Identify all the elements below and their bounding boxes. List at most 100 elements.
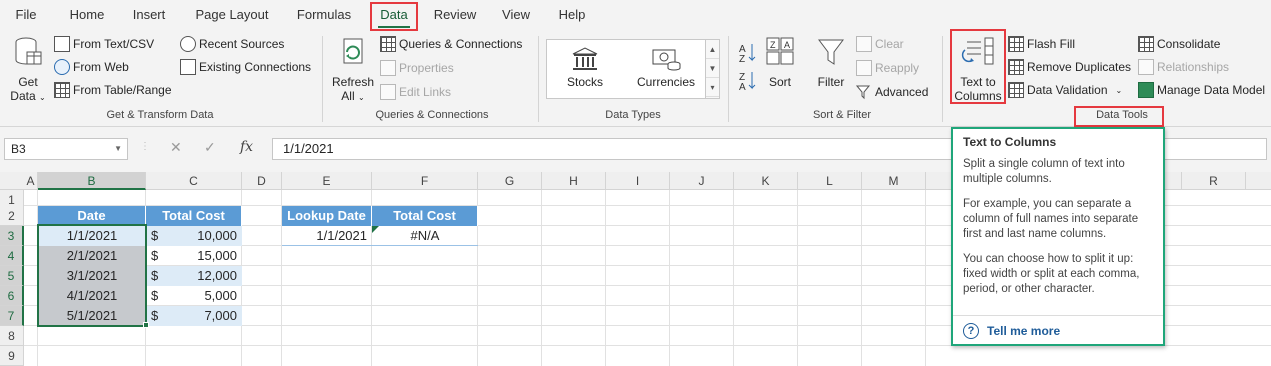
row-header-5[interactable]: 5: [0, 266, 24, 286]
edit-links-button[interactable]: Edit Links: [380, 84, 451, 100]
group-label-data-tools: Data Tools: [1096, 109, 1148, 121]
tab-page-layout[interactable]: Page Layout: [190, 0, 274, 32]
refresh-all-button[interactable]: Refresh All ⌄: [330, 36, 376, 105]
group-label-sort-filter: Sort & Filter: [812, 109, 872, 121]
scroll-down-icon[interactable]: ▼: [706, 59, 719, 78]
cost-cell[interactable]: $5,000: [146, 286, 242, 306]
col-header-b[interactable]: B: [38, 172, 146, 190]
drag-handle-icon[interactable]: ⋮: [140, 141, 150, 152]
col-header-l[interactable]: L: [798, 172, 862, 190]
tab-data[interactable]: Data: [372, 0, 416, 32]
date-cell[interactable]: 4/1/2021: [38, 286, 146, 306]
tab-review[interactable]: Review: [428, 0, 482, 32]
table2-header-total-cost[interactable]: Total Cost: [372, 206, 478, 226]
row-header-9[interactable]: 9: [0, 346, 24, 366]
col-header-m[interactable]: M: [862, 172, 926, 190]
table1-header-date[interactable]: Date: [38, 206, 146, 226]
row-header-7[interactable]: 7: [0, 306, 24, 326]
col-header-d[interactable]: D: [242, 172, 282, 190]
from-text-csv-button[interactable]: From Text/CSV: [54, 36, 154, 52]
tell-me-more-link[interactable]: ? Tell me more: [963, 323, 1060, 339]
chevron-down-icon[interactable]: ▼: [114, 139, 122, 159]
from-web-button[interactable]: From Web: [54, 59, 129, 75]
queries-icon: [380, 36, 396, 52]
row-header-6[interactable]: 6: [0, 286, 24, 306]
text-to-columns-icon: [961, 37, 994, 65]
sort-ascending-icon: A Z Z A: [739, 44, 756, 93]
enter-check-icon[interactable]: ✓: [204, 139, 216, 156]
flash-fill-button[interactable]: Flash Fill: [1008, 36, 1075, 52]
tab-formulas[interactable]: Formulas: [290, 0, 358, 32]
filter-button[interactable]: Filter: [812, 36, 850, 89]
cost-cell[interactable]: $7,000: [146, 306, 242, 326]
col-header-e[interactable]: E: [282, 172, 372, 190]
col-header-a[interactable]: A: [24, 172, 38, 190]
row-header-8[interactable]: 8: [0, 326, 24, 346]
col-header-j[interactable]: J: [670, 172, 734, 190]
queries-connections-button[interactable]: Queries & Connections: [380, 36, 522, 52]
get-data-label-1: Get: [18, 75, 38, 89]
text-to-columns-button[interactable]: Text to Columns: [952, 36, 1004, 103]
group-separator: [942, 36, 943, 122]
cost-cell[interactable]: $15,000: [146, 246, 242, 266]
tab-insert[interactable]: Insert: [124, 0, 174, 32]
clear-filter-button[interactable]: Clear: [856, 36, 904, 52]
row-header-3[interactable]: 3: [0, 226, 24, 246]
filter-icon: [818, 39, 844, 65]
table2-header-lookup-date[interactable]: Lookup Date: [282, 206, 372, 226]
date-cell[interactable]: 2/1/2021: [38, 246, 146, 266]
group-label-get-transform: Get & Transform Data: [106, 109, 214, 121]
tab-home[interactable]: Home: [62, 0, 112, 32]
get-data-button[interactable]: Get Data ⌄: [8, 36, 48, 105]
gridline: [605, 190, 606, 366]
sort-az-button[interactable]: A Z Z A: [734, 40, 762, 95]
recent-sources-button[interactable]: Recent Sources: [180, 36, 284, 52]
edit-links-icon: [380, 84, 396, 100]
tab-view[interactable]: View: [496, 0, 536, 32]
insert-function-icon[interactable]: fx: [240, 139, 253, 155]
relationships-button[interactable]: Relationships: [1138, 59, 1229, 75]
date-cell[interactable]: 5/1/2021: [38, 306, 146, 326]
menu-bar: File Home Insert Page Layout Formulas Da…: [0, 0, 1271, 32]
consolidate-icon: [1138, 36, 1154, 52]
flash-fill-icon: [1008, 36, 1024, 52]
more-icon[interactable]: ▾: [706, 78, 719, 97]
existing-connections-button[interactable]: Existing Connections: [180, 59, 311, 75]
data-types-scroll[interactable]: ▲ ▼ ▾: [705, 40, 719, 98]
stocks-button[interactable]: Stocks: [559, 46, 611, 89]
tooltip-divider: [953, 315, 1163, 316]
col-header-c[interactable]: C: [146, 172, 242, 190]
row-header-4[interactable]: 4: [0, 246, 24, 266]
fill-handle[interactable]: [143, 322, 149, 328]
scroll-up-icon[interactable]: ▲: [706, 40, 719, 59]
tab-help[interactable]: Help: [552, 0, 592, 32]
tab-data-label: Data: [380, 7, 408, 22]
date-cell[interactable]: 1/1/2021: [38, 226, 146, 246]
manage-data-model-button[interactable]: Manage Data Model: [1138, 82, 1265, 98]
currencies-button[interactable]: Currencies: [633, 46, 699, 89]
cost-cell[interactable]: $12,000: [146, 266, 242, 286]
lookup-date-cell[interactable]: 1/1/2021: [282, 226, 372, 246]
cancel-icon[interactable]: ✕: [170, 139, 182, 156]
name-box[interactable]: B3 ▼: [4, 138, 128, 160]
col-header-h[interactable]: H: [542, 172, 606, 190]
from-table-range-button[interactable]: From Table/Range: [54, 82, 172, 98]
properties-button[interactable]: Properties: [380, 60, 454, 76]
col-header-f[interactable]: F: [372, 172, 478, 190]
col-header-r[interactable]: R: [1182, 172, 1246, 190]
sort-button[interactable]: Z A Sort: [764, 36, 796, 89]
consolidate-button[interactable]: Consolidate: [1138, 36, 1220, 52]
table1-header-total-cost[interactable]: Total Cost: [146, 206, 242, 226]
advanced-filter-button[interactable]: Advanced: [856, 84, 928, 100]
tab-file[interactable]: File: [8, 0, 44, 32]
cost-cell[interactable]: $10,000: [146, 226, 242, 246]
lookup-result-cell[interactable]: #N/A: [372, 226, 478, 246]
remove-duplicates-button[interactable]: Remove Duplicates: [1008, 59, 1131, 75]
col-header-i[interactable]: I: [606, 172, 670, 190]
reapply-button[interactable]: Reapply: [856, 60, 919, 76]
data-validation-button[interactable]: Data Validation ⌄: [1008, 82, 1122, 98]
date-cell[interactable]: 3/1/2021: [38, 266, 146, 286]
row-header-2[interactable]: 2: [0, 206, 24, 226]
col-header-g[interactable]: G: [478, 172, 542, 190]
col-header-k[interactable]: K: [734, 172, 798, 190]
